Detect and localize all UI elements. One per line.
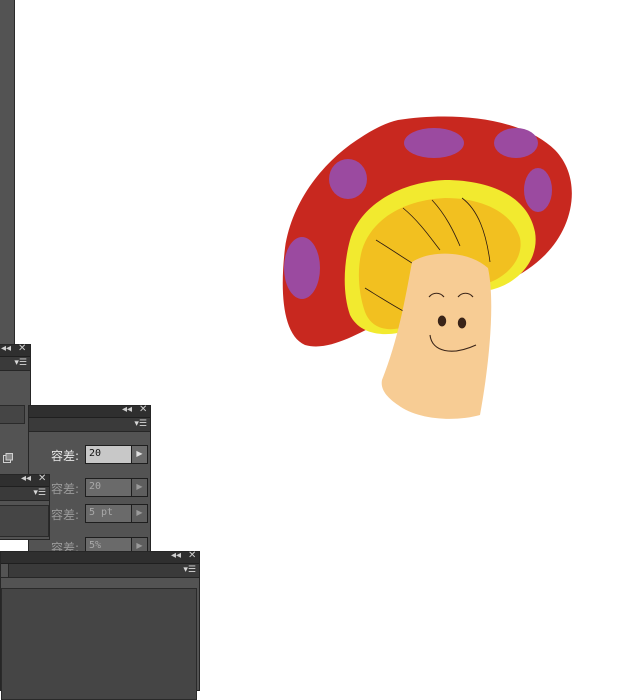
cap-spot <box>524 168 552 212</box>
panel-tab[interactable] <box>1 564 9 577</box>
panel-d-tabbar: ▾☰ <box>1 564 199 578</box>
panel-a-tabbar: ▾☰ <box>0 357 30 371</box>
tolerance-label: 容差: <box>51 508 80 522</box>
tolerance-arrow-button[interactable]: ▶ <box>131 445 148 464</box>
cap-spot <box>329 159 367 199</box>
panel-c-tabbar: ▾☰ <box>0 487 49 501</box>
panel-menu-icon[interactable]: ▾☰ <box>134 418 147 431</box>
mushroom-illustration[interactable] <box>276 108 586 428</box>
collapse-icon[interactable]: ◂◂ <box>21 473 31 485</box>
collapse-icon[interactable]: ◂◂ <box>122 404 132 416</box>
close-icon[interactable]: ✕ <box>188 550 196 562</box>
panel-menu-icon[interactable]: ▾☰ <box>183 564 196 577</box>
new-item-icon[interactable] <box>3 453 13 463</box>
tolerance-panel-titlebar[interactable]: ◂◂ ✕ <box>29 404 150 418</box>
cap-spot <box>284 237 320 299</box>
tolerance-input[interactable]: 20 <box>85 478 136 497</box>
panel-menu-icon[interactable]: ▾☰ <box>14 357 27 370</box>
panel-c-titlebar[interactable]: ◂◂ ✕ <box>0 473 49 487</box>
tolerance-input[interactable]: 20 <box>85 445 136 464</box>
close-icon[interactable]: ✕ <box>38 473 46 485</box>
left-panel-strip <box>0 0 15 350</box>
left-eye <box>437 315 447 327</box>
cap-spot <box>494 128 538 158</box>
close-icon[interactable]: ✕ <box>139 404 147 416</box>
panel-d-titlebar[interactable]: ◂◂ ✕ <box>1 550 199 564</box>
panel-menu-icon[interactable]: ▾☰ <box>33 487 46 500</box>
tolerance-panel-tabbar: ▾☰ <box>29 418 150 432</box>
tolerance-arrow-button[interactable]: ▶ <box>131 504 148 523</box>
panel-a-field[interactable] <box>0 405 25 424</box>
cap-spot <box>404 128 464 158</box>
panel-d-content[interactable] <box>1 588 197 700</box>
panel-a-titlebar[interactable]: ◂◂ ✕ <box>0 343 30 357</box>
collapse-icon[interactable]: ◂◂ <box>171 550 181 562</box>
panel-c-content[interactable] <box>0 505 49 537</box>
tolerance-input[interactable]: 5 pt <box>85 504 136 523</box>
tolerance-row: 容差: 20 ▶ <box>29 445 152 465</box>
right-eye <box>457 317 467 329</box>
tolerance-arrow-button[interactable]: ▶ <box>131 478 148 497</box>
floating-panel-a: ◂◂ ✕ ▾☰ <box>0 343 31 484</box>
collapse-icon[interactable]: ◂◂ <box>1 343 11 355</box>
floating-panel-d: ◂◂ ✕ ▾☰ <box>0 550 200 700</box>
tolerance-label: 容差: <box>51 449 80 463</box>
floating-panel-c: ◂◂ ✕ ▾☰ <box>0 473 50 540</box>
close-icon[interactable]: ✕ <box>18 343 26 355</box>
tolerance-label: 容差: <box>51 482 80 496</box>
